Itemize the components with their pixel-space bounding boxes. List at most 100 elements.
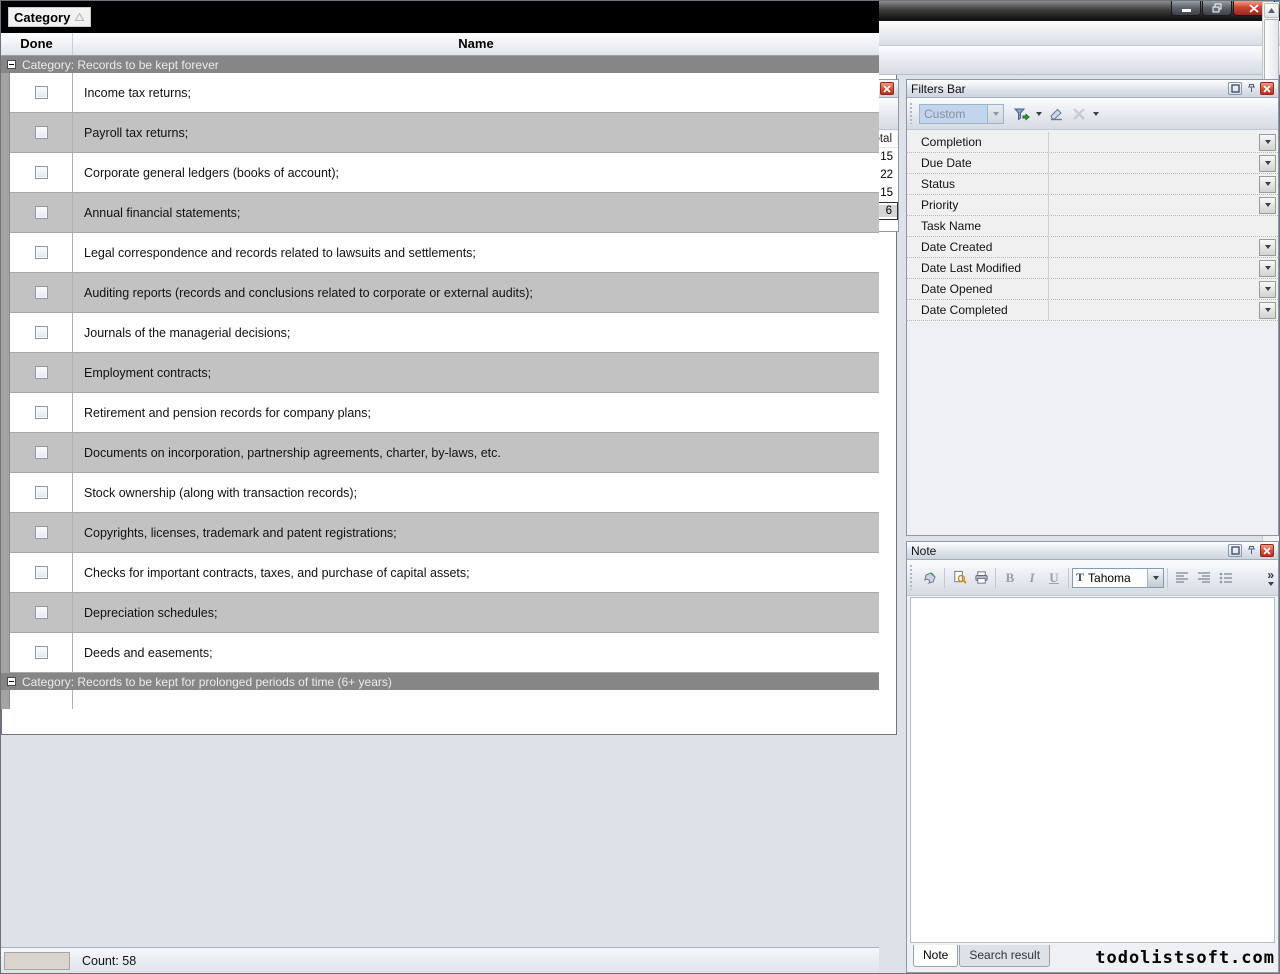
insert-hyperlink-button[interactable] [919,568,941,588]
bold-button[interactable]: B [999,568,1021,588]
filter-dropdown-button[interactable] [1259,281,1276,298]
restore-button[interactable] [1202,1,1232,16]
filter-row: Date Created [907,237,1278,258]
maximize-panel-button[interactable] [1228,82,1242,95]
filter-value[interactable] [1049,216,1278,236]
note-toolbar-overflow[interactable]: » [1267,570,1274,586]
font-combo[interactable]: T Tahoma [1072,568,1164,588]
task-checkbox[interactable] [35,246,48,259]
filter-dropdown-button[interactable] [1259,134,1276,151]
filter-dropdown-button[interactable] [1259,260,1276,277]
task-row[interactable]: Employment contracts; [1,353,879,393]
filter-dropdown-button[interactable] [1259,155,1276,172]
filter-preset-dropdown[interactable] [987,105,1003,123]
task-checkbox[interactable] [35,166,48,179]
filter-preset-combo[interactable]: Custom [919,104,1004,124]
status-count: Count: 58 [82,954,136,968]
pin-button[interactable] [1244,544,1258,557]
bullet-list-button[interactable] [1215,568,1237,588]
filters-toolbar-overflow[interactable] [1090,103,1101,125]
task-checkbox[interactable] [35,286,48,299]
tab-search-result[interactable]: Search result [959,945,1050,967]
filter-value[interactable] [1049,174,1259,194]
note-editor[interactable] [910,597,1275,943]
collapse-group-icon[interactable] [7,677,16,686]
filter-value[interactable] [1049,237,1259,257]
task-row[interactable]: Journals of the managerial decisions; [1,313,879,353]
pin-button[interactable] [1244,82,1258,95]
filter-dropdown-button[interactable] [1259,197,1276,214]
column-name[interactable]: Name [73,33,879,55]
italic-button[interactable]: I [1021,568,1043,588]
group-header[interactable]: Category: Records to be kept for prolong… [1,673,879,690]
task-checkbox[interactable] [35,566,48,579]
task-row[interactable]: Legal correspondence and records related… [1,233,879,273]
filter-value[interactable] [1049,132,1259,152]
task-row[interactable]: Checks for important contracts, taxes, a… [1,553,879,593]
font-dropdown[interactable] [1147,569,1163,587]
close-panel-button[interactable] [880,82,894,95]
maximize-panel-button[interactable] [1228,544,1242,557]
task-checkbox[interactable] [35,366,48,379]
group-header[interactable]: Category: Records to be kept forever [1,56,879,73]
task-checkbox[interactable] [35,86,48,99]
note-print-preview-button[interactable] [948,568,970,588]
filter-dropdown-button[interactable] [1259,239,1276,256]
task-name: Deeds and easements; [84,646,213,660]
task-checkbox[interactable] [35,606,48,619]
close-panel-button[interactable] [1260,544,1274,557]
collapse-group-icon[interactable] [7,60,16,69]
underline-button[interactable]: U [1043,568,1065,588]
tab-note[interactable]: Note [913,945,958,967]
align-right-button[interactable] [1193,568,1215,588]
task-checkbox[interactable] [35,446,48,459]
task-checkbox[interactable] [35,646,48,659]
filter-value[interactable] [1049,258,1259,278]
task-row[interactable]: Stock ownership (along with transaction … [1,473,879,513]
group-indent [1,393,10,433]
task-row[interactable]: Corporate general ledgers (books of acco… [1,153,879,193]
group-indent [1,73,10,113]
task-row[interactable]: Depreciation schedules; [1,593,879,633]
clear-filter-button[interactable] [1044,103,1067,125]
filter-value[interactable] [1049,195,1259,215]
task-list-statusbar: Count: 58 [1,947,879,973]
task-row[interactable]: Retirement and pension records for compa… [1,393,879,433]
filter-value[interactable] [1049,300,1259,320]
task-name: Payroll tax returns; [84,126,188,140]
group-indent [1,633,10,673]
note-print-button[interactable] [970,568,992,588]
task-row[interactable]: Deeds and easements; [1,633,879,673]
pin-icon [1246,545,1257,556]
task-checkbox[interactable] [35,206,48,219]
task-checkbox[interactable] [35,326,48,339]
task-row[interactable]: Payroll tax returns; [1,113,879,153]
task-checkbox[interactable] [35,406,48,419]
filter-value[interactable] [1049,279,1259,299]
task-row[interactable]: Income tax returns; [1,73,879,113]
task-checkbox[interactable] [35,526,48,539]
task-row[interactable]: Annual financial statements; [1,193,879,233]
filter-dropdown-button[interactable] [1259,302,1276,319]
task-checkbox[interactable] [35,486,48,499]
close-panel-button[interactable] [1260,82,1274,95]
italic-icon: I [1029,570,1034,586]
scroll-up-button[interactable] [1264,3,1279,18]
minimize-button[interactable] [1171,1,1201,16]
task-row-partial[interactable] [1,690,879,709]
note-header[interactable]: Note [907,542,1278,560]
task-name: Retirement and pension records for compa… [84,406,371,420]
task-row[interactable]: Documents on incorporation, partnership … [1,433,879,473]
filter-dropdown-button[interactable] [1259,176,1276,193]
delete-filter-button[interactable] [1067,103,1090,125]
filter-value[interactable] [1049,153,1259,173]
filters-bar-header[interactable]: Filters Bar [907,80,1278,98]
save-filter-button[interactable] [1010,103,1033,125]
task-checkbox[interactable] [35,126,48,139]
align-left-button[interactable] [1171,568,1193,588]
group-by-category-button[interactable]: Category [8,7,91,27]
task-row[interactable]: Copyrights, licenses, trademark and pate… [1,513,879,553]
task-row[interactable]: Auditing reports (records and conclusion… [1,273,879,313]
save-filter-dropdown[interactable] [1033,103,1044,125]
column-done[interactable]: Done [1,33,73,55]
